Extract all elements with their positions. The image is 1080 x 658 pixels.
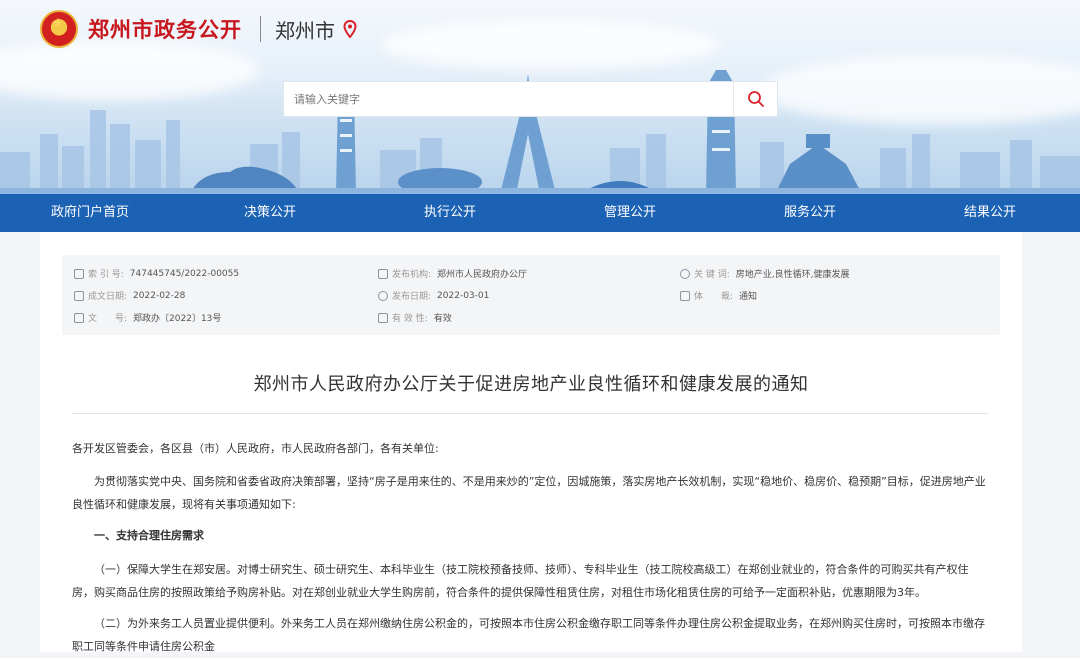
cloud-decoration (380, 20, 720, 70)
published-value: 2022-03-01 (437, 290, 490, 301)
main-nav: 政府门户首页 决策公开 执行公开 管理公开 服务公开 结果公开 (0, 194, 1080, 232)
validity-label: 有 效 性: (392, 314, 428, 324)
document-panel: 索 引 号: 747445745/2022-00055 发布机构: 郑州市人民政… (40, 232, 1022, 653)
docno-label: 文 号: (88, 314, 128, 324)
genre-value: 通知 (739, 292, 758, 302)
search-icon (747, 91, 764, 107)
paragraph-1: （一）保障大学生在郑安居。对博士研究生、硕士研究生、本科毕业生（技工院校预备技师… (72, 563, 969, 599)
created-value: 2022-02-28 (133, 290, 186, 301)
docno-value: 郑政办〔2022〕13号 (133, 314, 222, 324)
agency-value: 郑州市人民政府办公厅 (437, 270, 528, 280)
nav-item-decision[interactable]: 决策公开 (180, 194, 360, 232)
location-pin-icon[interactable] (343, 20, 357, 38)
agency-label: 发布机构: (392, 270, 432, 280)
tag-icon (74, 268, 84, 279)
nav-item-execution[interactable]: 执行公开 (360, 194, 540, 232)
nav-item-service[interactable]: 服务公开 (720, 194, 900, 232)
calendar-icon (74, 290, 84, 301)
brand-divider (260, 16, 261, 42)
document-type-icon (680, 290, 690, 301)
document-metadata: 索 引 号: 747445745/2022-00055 发布机构: 郑州市人民政… (62, 255, 1000, 335)
validity-value: 有效 (433, 314, 452, 324)
paragraph-intro: 为贯彻落实党中央、国务院和省委省政府决策部署，坚持“房子是用来住的、不是用来炒的… (72, 475, 986, 511)
document-number-icon (74, 312, 84, 323)
site-name: 郑州市政务公开 (88, 18, 242, 42)
nav-item-management[interactable]: 管理公开 (540, 194, 720, 232)
keywords-label: 关 键 词: (694, 270, 730, 280)
clock-icon (378, 290, 388, 301)
salutation: 各开发区管委会，各区县（市）人民政府，市人民政府各部门，各有关单位: (72, 442, 439, 455)
search-button[interactable] (733, 82, 777, 116)
nav-item-home[interactable]: 政府门户首页 (0, 194, 180, 232)
created-label: 成文日期: (88, 292, 128, 302)
document-title: 郑州市人民政府办公厅关于促进房地产业良性循环和健康发展的通知 (253, 374, 809, 395)
city-name: 郑州市 (275, 18, 335, 43)
header-banner: 郑州市政务公开 郑州市 (0, 0, 1080, 194)
search-box (283, 81, 778, 117)
title-divider (72, 413, 988, 414)
national-emblem-icon (40, 10, 78, 48)
institution-icon (378, 268, 388, 279)
index-value: 747445745/2022-00055 (129, 268, 240, 279)
published-label: 发布日期: (392, 292, 432, 302)
keywords-value: 房地产业,良性循环,健康发展 (735, 270, 850, 280)
paragraph-2: （二）为外来务工人员置业提供便利。外来务工人员在郑州缴纳住房公积金的，可按照本市… (72, 617, 985, 653)
section-heading: 一、支持合理住房需求 (94, 529, 204, 542)
nav-item-results[interactable]: 结果公开 (900, 194, 1080, 232)
search-input[interactable] (284, 82, 733, 116)
genre-label: 体 裁: (694, 292, 734, 302)
validity-icon (378, 312, 388, 323)
index-label: 索 引 号: (88, 270, 124, 280)
keyword-icon (680, 268, 690, 279)
site-brand[interactable]: 郑州市政务公开 郑州市 (40, 8, 357, 50)
